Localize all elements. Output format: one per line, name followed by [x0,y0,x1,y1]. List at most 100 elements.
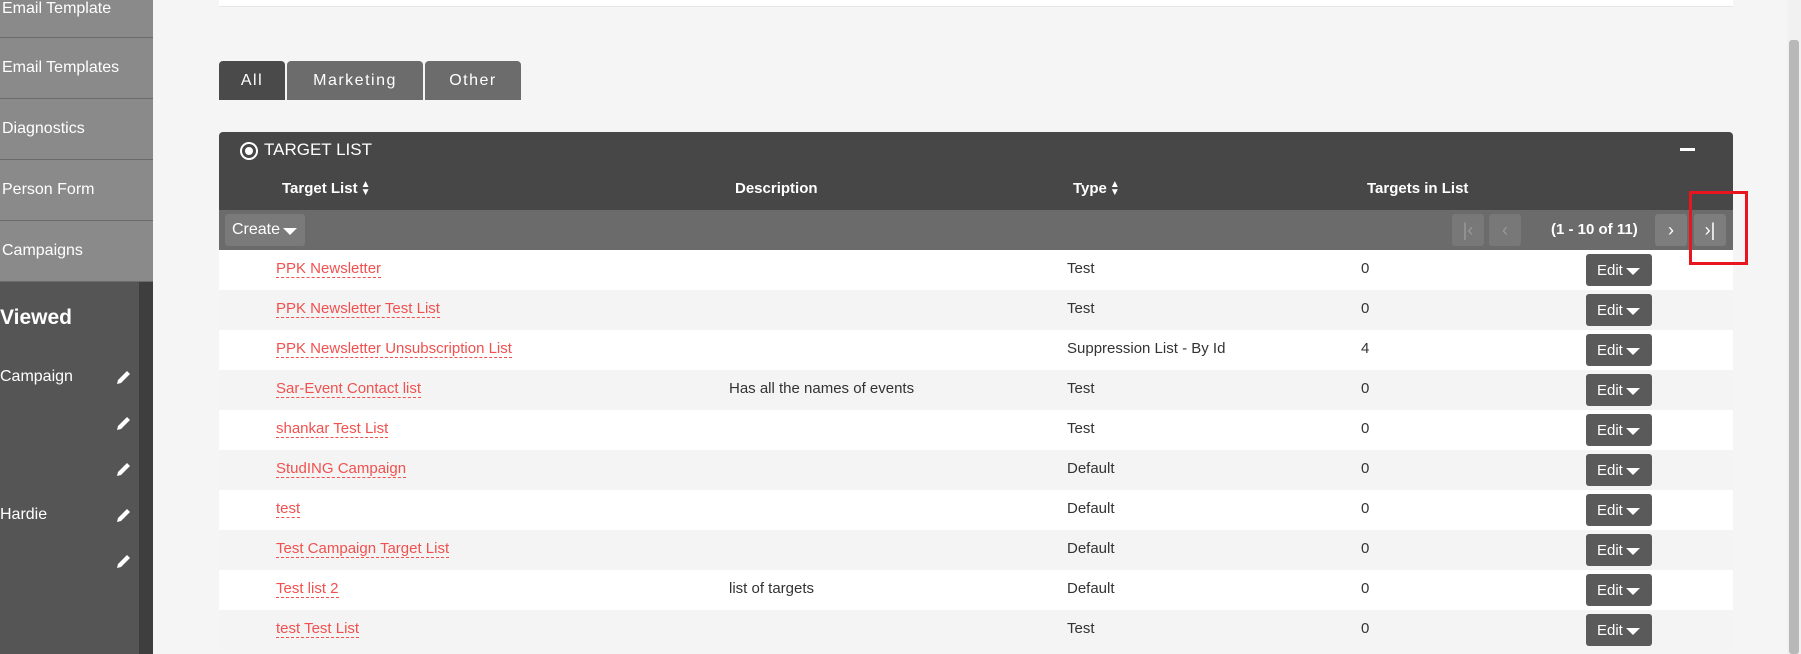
table-row: test Test List Test 0 Edit [219,610,1733,650]
edit-button[interactable]: Edit [1586,574,1652,606]
column-label: Targets in List [1367,180,1469,197]
main-content: All Marketing Other TARGET LIST Target L… [167,0,1787,654]
description-cell: Has all the names of events [729,380,915,397]
column-type[interactable]: Type ▲ ▼ [1073,179,1120,197]
panel-title: TARGET LIST [264,140,373,159]
table-row: StudING Campaign Default 0 Edit [219,450,1733,490]
edit-button[interactable]: Edit [1586,374,1652,406]
next-page-button[interactable]: › [1655,214,1687,246]
count-cell: 0 [1361,540,1370,557]
sidebar-item-diagnostics[interactable]: Diagnostics [0,99,153,160]
target-list-link[interactable]: shankar Test List [276,420,389,438]
sidebar-item-email-template[interactable]: Email Template [0,0,153,38]
sidebar: Email Template Email Templates Diagnosti… [0,0,153,654]
tab-all[interactable]: All [219,61,285,100]
tab-marketing[interactable]: Marketing [287,61,423,100]
column-targets-in-list: Targets in List [1367,180,1468,197]
edit-label: Edit [1597,461,1623,479]
type-cell: Test [1067,420,1095,437]
target-icon [240,142,258,160]
sidebar-item-person-form[interactable]: Person Form [0,160,153,221]
chevron-down-icon [1625,388,1640,395]
table-row: Test list 2 list of targets Default 0 Ed… [219,570,1733,610]
recent-item[interactable] [0,460,139,478]
sidebar-item-campaigns[interactable]: Campaigns [0,221,153,282]
sidebar-item-label: Diagnostics [2,120,85,137]
edit-button[interactable]: Edit [1586,414,1652,446]
sidebar-item-label: Campaigns [2,242,83,259]
target-list-link[interactable]: PPK Newsletter Unsubscription List [276,340,512,358]
target-list-link[interactable]: Test Campaign Target List [276,540,450,558]
chevron-down-icon [1625,428,1640,435]
page-scrollbar[interactable] [1787,0,1801,654]
pencil-icon[interactable] [115,552,133,570]
scrollbar-thumb[interactable] [1789,40,1799,654]
edit-button[interactable]: Edit [1586,614,1652,646]
type-cell: Test [1067,300,1095,317]
recent-item[interactable] [0,552,139,570]
type-cell: Default [1067,540,1115,557]
target-list-link[interactable]: PPK Newsletter Test List [276,300,440,318]
chevron-down-icon [1625,308,1640,315]
target-list-link[interactable]: Test list 2 [276,580,339,598]
edit-button[interactable]: Edit [1586,254,1652,286]
collapse-button[interactable] [1680,148,1695,151]
recent-item-label[interactable]: Campaign [0,368,73,386]
count-cell: 0 [1361,500,1370,517]
type-cell: Test [1067,620,1095,637]
sort-icon[interactable]: ▲ ▼ [361,179,371,197]
target-list-link[interactable]: test Test List [276,620,360,638]
edit-button[interactable]: Edit [1586,334,1652,366]
edit-label: Edit [1597,261,1623,279]
column-label: Description [735,180,818,197]
edit-label: Edit [1597,341,1623,359]
recent-item[interactable]: Campaign [0,368,139,386]
count-cell: 0 [1361,260,1370,277]
sidebar-item-label: Email Template [2,0,112,17]
recent-item[interactable] [0,414,139,432]
list-toolbar: Create |‹ ‹ (1 - 10 of 11) › ›| [219,210,1733,250]
table-row: PPK Newsletter Test 0 Edit [219,250,1733,290]
create-button[interactable]: Create [225,214,305,246]
pencil-icon[interactable] [115,460,133,478]
edit-label: Edit [1597,581,1623,599]
edit-label: Edit [1597,381,1623,399]
type-cell: Default [1067,580,1115,597]
target-list-link[interactable]: Sar-Event Contact list [276,380,422,398]
table-row: Test Campaign Target List Default 0 Edit [219,530,1733,570]
tab-other[interactable]: Other [425,61,521,100]
recent-item[interactable]: Hardie [0,506,139,524]
recent-item-label[interactable]: Hardie [0,506,47,524]
sidebar-item-email-templates[interactable]: Email Templates [0,38,153,99]
type-cell: Suppression List - By Id [1067,340,1226,357]
count-cell: 0 [1361,620,1370,637]
edit-button[interactable]: Edit [1586,454,1652,486]
sidebar-menu: Email Template Email Templates Diagnosti… [0,0,153,282]
pencil-icon[interactable] [115,506,133,524]
chevron-down-icon [283,228,298,235]
description-cell: list of targets [729,580,815,597]
count-cell: 0 [1361,420,1370,437]
pencil-icon[interactable] [115,414,133,432]
edit-button[interactable]: Edit [1586,534,1652,566]
first-page-button[interactable]: |‹ [1452,214,1484,246]
pagination-text: (1 - 10 of 11) [1551,221,1638,238]
target-list-link[interactable]: test [276,500,301,518]
type-cell: Test [1067,380,1095,397]
edit-button[interactable]: Edit [1586,294,1652,326]
count-cell: 0 [1361,580,1370,597]
target-list-link[interactable]: PPK Newsletter [276,260,382,278]
target-list-link[interactable]: StudING Campaign [276,460,407,478]
pencil-icon[interactable] [115,368,133,386]
sort-icon[interactable]: ▲ ▼ [1110,179,1120,197]
type-cell: Default [1067,460,1115,477]
table-row: test Default 0 Edit [219,490,1733,530]
recently-viewed-title: Viewed [0,306,72,329]
column-target-list[interactable]: Target List ▲ ▼ [282,179,371,197]
chevron-down-icon [1625,548,1640,555]
edit-button[interactable]: Edit [1586,494,1652,526]
previous-page-button[interactable]: ‹ [1489,214,1521,246]
edit-label: Edit [1597,621,1623,639]
panel-header[interactable]: TARGET LIST [219,132,1733,168]
highlight-box [1689,191,1748,265]
